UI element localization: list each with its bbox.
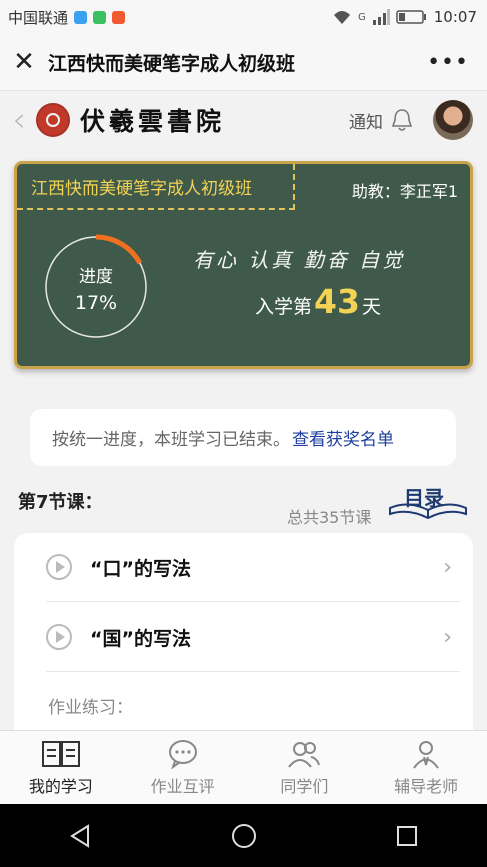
- close-icon[interactable]: ✕: [0, 47, 48, 77]
- recents-square-icon[interactable]: [395, 824, 419, 848]
- title-bar: ✕ 江西快而美硬笔字成人初级班 •••: [0, 34, 487, 91]
- homework-label: 作业练习：: [48, 698, 133, 718]
- wifi-icon: [334, 11, 351, 24]
- home-circle-icon[interactable]: [230, 822, 258, 850]
- message-notification-icon: [74, 10, 88, 24]
- notice-text: 按统一进度，本班学习已结束。: [52, 430, 290, 450]
- lesson-item[interactable]: “口”的写法 ›: [46, 533, 460, 602]
- days-prefix: 入学第: [255, 296, 313, 318]
- carrier-label: 中国联通: [8, 8, 69, 27]
- chat-bubble-icon: [168, 740, 197, 769]
- system-nav-bar: [0, 804, 487, 867]
- lesson-card: “口”的写法 › “国”的写法 › 作业练习：: [14, 533, 473, 733]
- bell-icon: [391, 109, 413, 131]
- class-name-tag: 江西快而美硬笔字成人初级班: [17, 164, 295, 210]
- tab-my-study[interactable]: 我的学习: [0, 731, 122, 805]
- tab-label: 辅导老师: [394, 777, 459, 796]
- back-chevron-icon[interactable]: ‹: [2, 100, 36, 140]
- book-icon: [41, 741, 80, 767]
- class-board: 江西快而美硬笔字成人初级班 助教：李正军1 进度 17% 有心 认真 勤奋 自觉…: [14, 161, 473, 369]
- lesson-heading: 第7节课：: [18, 492, 103, 513]
- lesson-item-title: “口”的写法: [90, 557, 191, 580]
- signal-icon: [372, 9, 390, 25]
- tab-label: 同学们: [280, 777, 329, 796]
- avatar[interactable]: [433, 100, 473, 140]
- progress-label: 进度: [79, 267, 113, 287]
- bottom-tab-bar: 我的学习 作业互评 同学们 辅导老师: [0, 730, 487, 805]
- wechat-notification-icon: [93, 10, 107, 24]
- page-title: 江西快而美硬笔字成人初级班: [48, 52, 296, 75]
- back-triangle-icon[interactable]: [68, 823, 94, 849]
- brand-logo-icon: [36, 103, 70, 137]
- motto-text: 有心 认真 勤奋 自觉: [193, 248, 406, 272]
- progress-value: 17%: [74, 292, 118, 314]
- lesson-item-title: “国”的写法: [90, 627, 191, 650]
- catalog-button[interactable]: 目录: [386, 482, 470, 522]
- days-suffix: 天: [361, 296, 381, 318]
- tab-homework-review[interactable]: 作业互评: [122, 731, 244, 805]
- notice-card: 按统一进度，本班学习已结束。 查看获奖名单: [30, 409, 456, 466]
- app-header: ‹ 伏羲雲書院 通知: [0, 91, 487, 149]
- chevron-right-icon: ›: [443, 554, 452, 580]
- tab-label: 我的学习: [28, 777, 93, 796]
- tab-classmates[interactable]: 同学们: [244, 731, 366, 805]
- tab-tutors[interactable]: 辅导老师: [365, 731, 487, 805]
- clock: 10:07: [433, 8, 477, 26]
- notify-button[interactable]: 通知: [349, 108, 413, 133]
- chevron-right-icon: ›: [443, 624, 452, 650]
- network-type-label: G: [358, 11, 366, 23]
- status-bar: 中国联通 G 10:07: [0, 0, 487, 34]
- people-icon: [288, 742, 321, 768]
- app-notification-icon: [112, 10, 126, 24]
- award-list-link[interactable]: 查看获奖名单: [292, 425, 394, 450]
- assistant-label: 助教：李正军1: [351, 182, 458, 201]
- teacher-icon: [413, 741, 439, 769]
- play-icon: [46, 624, 72, 650]
- tab-label: 作业互评: [150, 777, 215, 796]
- progress-ring: 进度 17%: [43, 234, 149, 340]
- battery-icon: [396, 10, 426, 24]
- open-book-icon: [389, 503, 467, 520]
- lesson-item[interactable]: “国”的写法 ›: [46, 603, 460, 672]
- enrollment-days: 入学第 43 天: [255, 282, 381, 321]
- lesson-total: 总共35节课: [287, 508, 372, 527]
- more-options-icon[interactable]: •••: [427, 50, 469, 75]
- days-number: 43: [314, 282, 360, 321]
- play-icon: [46, 554, 72, 580]
- brand-name: 伏羲雲書院: [80, 107, 226, 136]
- notify-label: 通知: [349, 112, 383, 133]
